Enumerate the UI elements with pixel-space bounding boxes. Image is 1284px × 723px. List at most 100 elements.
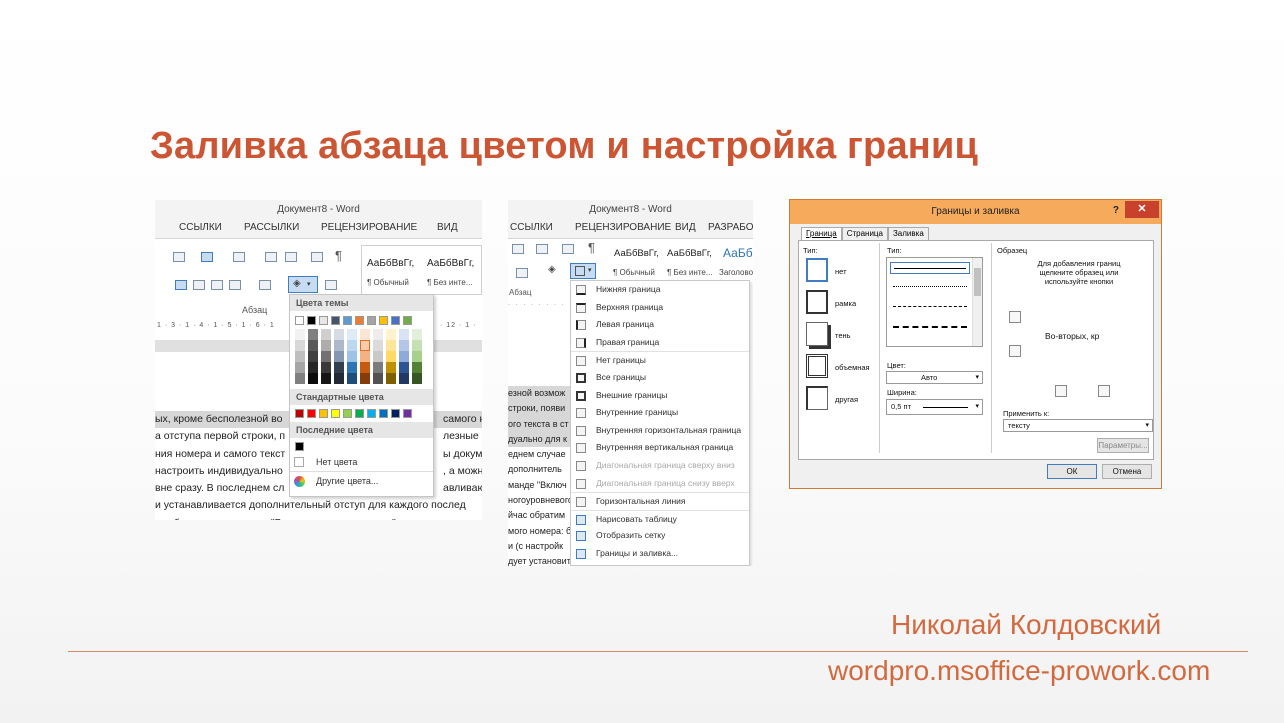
- justify-icon[interactable]: [229, 280, 241, 290]
- color-swatch[interactable]: [360, 340, 370, 351]
- tab-border[interactable]: Граница: [801, 227, 842, 241]
- color-swatch[interactable]: [399, 351, 409, 362]
- borders-button[interactable]: ▾: [570, 263, 596, 279]
- color-swatch[interactable]: [373, 329, 383, 340]
- color-swatch[interactable]: [347, 373, 357, 384]
- color-swatch[interactable]: [386, 329, 396, 340]
- scrollbar[interactable]: [972, 258, 982, 346]
- preset-shadow[interactable]: [806, 322, 828, 346]
- color-swatch[interactable]: [321, 340, 331, 351]
- color-swatch[interactable]: [399, 373, 409, 384]
- ok-button[interactable]: ОК: [1047, 464, 1097, 479]
- styles-gallery[interactable]: АаБбВвГг, ¶ Обычный АаБбВвГг, ¶ Без инте…: [361, 245, 482, 295]
- align-right-icon[interactable]: [211, 280, 223, 290]
- color-swatch[interactable]: [403, 316, 412, 325]
- color-swatch[interactable]: [334, 351, 344, 362]
- increase-indent-icon[interactable]: [536, 244, 548, 254]
- borders-menu-item[interactable]: Все границы: [571, 369, 749, 387]
- borders-menu-item[interactable]: Отобразить сетку: [571, 527, 749, 545]
- preset-3d[interactable]: [806, 354, 828, 378]
- sort-icon[interactable]: [562, 244, 574, 254]
- line-spacing-icon[interactable]: [259, 280, 271, 290]
- tab-links[interactable]: ССЫЛКИ: [179, 222, 222, 233]
- color-swatch[interactable]: [386, 340, 396, 351]
- color-swatch[interactable]: [355, 409, 364, 418]
- tab-review[interactable]: РЕЦЕНЗИРОВАНИЕ: [321, 222, 417, 233]
- color-swatch[interactable]: [334, 329, 344, 340]
- color-swatch[interactable]: [331, 316, 340, 325]
- increase-indent-icon[interactable]: [285, 252, 297, 262]
- color-swatch[interactable]: [403, 409, 412, 418]
- color-swatch[interactable]: [295, 362, 305, 373]
- sort-icon[interactable]: [311, 252, 323, 262]
- website-link[interactable]: wordpro.msoffice-prowork.com: [828, 655, 1210, 687]
- color-swatch[interactable]: [308, 340, 318, 351]
- color-swatch[interactable]: [343, 316, 352, 325]
- color-swatch[interactable]: [321, 351, 331, 362]
- color-swatch[interactable]: [355, 316, 364, 325]
- color-swatch[interactable]: [360, 351, 370, 362]
- color-swatch[interactable]: [347, 329, 357, 340]
- top-border-button[interactable]: [1009, 311, 1021, 323]
- styles-gallery[interactable]: АаБбВвГг, ¶ Обычный АаБбВвГг, ¶ Без инте…: [608, 239, 753, 283]
- help-button[interactable]: ?: [1113, 205, 1119, 216]
- color-swatch[interactable]: [412, 351, 422, 362]
- color-select[interactable]: Авто ▾: [886, 371, 983, 384]
- preset-box[interactable]: [806, 290, 828, 314]
- borders-menu-item[interactable]: Внутренняя горизонтальная граница: [571, 422, 749, 440]
- color-swatch[interactable]: [308, 373, 318, 384]
- color-swatch[interactable]: [373, 362, 383, 373]
- color-swatch[interactable]: [412, 373, 422, 384]
- left-border-button[interactable]: [1055, 385, 1067, 397]
- color-swatch[interactable]: [360, 373, 370, 384]
- color-swatch[interactable]: [412, 362, 422, 373]
- tab-review[interactable]: РЕЦЕНЗИРОВАНИЕ: [575, 222, 671, 233]
- color-swatch[interactable]: [343, 409, 352, 418]
- color-swatch[interactable]: [307, 409, 316, 418]
- color-swatch[interactable]: [295, 316, 304, 325]
- paint-bucket-icon[interactable]: ◈: [548, 264, 556, 275]
- color-swatch[interactable]: [379, 409, 388, 418]
- color-swatch[interactable]: [308, 351, 318, 362]
- color-swatch[interactable]: [386, 351, 396, 362]
- shading-button[interactable]: ◈ ▾: [288, 276, 318, 293]
- borders-menu-item[interactable]: Внешние границы: [571, 387, 749, 405]
- color-swatch[interactable]: [321, 329, 331, 340]
- borders-menu-item[interactable]: Нет границы: [571, 351, 749, 369]
- color-swatch[interactable]: [319, 409, 328, 418]
- color-swatch[interactable]: [331, 409, 340, 418]
- color-swatch[interactable]: [399, 340, 409, 351]
- color-swatch[interactable]: [373, 351, 383, 362]
- tab-view[interactable]: ВИД: [437, 222, 458, 233]
- tab-links[interactable]: ССЫЛКИ: [510, 222, 553, 233]
- color-swatch[interactable]: [391, 409, 400, 418]
- color-swatch[interactable]: [321, 373, 331, 384]
- color-swatch[interactable]: [373, 373, 383, 384]
- tab-view[interactable]: ВИД: [675, 222, 696, 233]
- color-swatch[interactable]: [295, 340, 305, 351]
- cancel-button[interactable]: Отмена: [1102, 464, 1152, 479]
- preset-none[interactable]: [806, 258, 828, 282]
- borders-menu-item[interactable]: Левая граница: [571, 316, 749, 334]
- color-swatch[interactable]: [347, 362, 357, 373]
- tab-page-border[interactable]: Страница: [841, 227, 888, 241]
- color-swatch[interactable]: [319, 316, 328, 325]
- multilevel-list-icon[interactable]: [233, 252, 245, 262]
- color-swatch[interactable]: [360, 329, 370, 340]
- pilcrow-icon[interactable]: ¶: [588, 240, 595, 255]
- color-swatch[interactable]: [399, 329, 409, 340]
- color-swatch[interactable]: [386, 362, 396, 373]
- bottom-border-button[interactable]: [1009, 345, 1021, 357]
- color-swatch[interactable]: [399, 362, 409, 373]
- color-swatch[interactable]: [367, 409, 376, 418]
- line-style-list[interactable]: [886, 257, 983, 347]
- right-border-button[interactable]: [1098, 385, 1110, 397]
- color-swatch[interactable]: [295, 409, 304, 418]
- borders-menu-item[interactable]: Внутренняя вертикальная граница: [571, 439, 749, 457]
- borders-menu-item[interactable]: Правая граница: [571, 334, 749, 352]
- options-button[interactable]: Параметры...: [1097, 438, 1149, 453]
- bullets-icon[interactable]: [173, 252, 185, 262]
- color-swatch[interactable]: [386, 373, 396, 384]
- width-select[interactable]: 0,5 пт ▾: [886, 399, 983, 415]
- line-spacing-icon[interactable]: [516, 268, 528, 278]
